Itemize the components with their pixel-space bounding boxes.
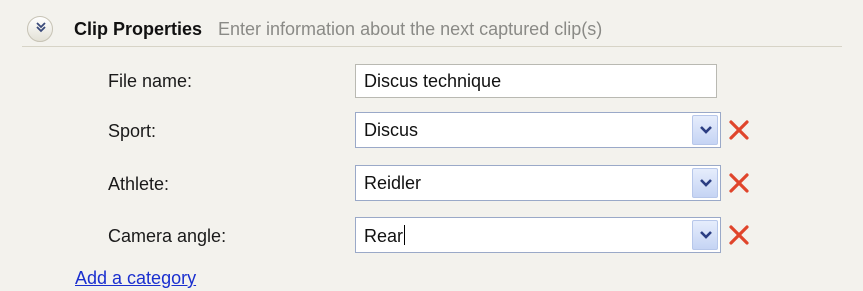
camera-angle-value: Rear bbox=[364, 225, 406, 247]
athlete-label: Athlete: bbox=[108, 174, 170, 194]
athlete-combobox[interactable]: Reidler bbox=[355, 165, 721, 201]
camera-angle-label: Camera angle: bbox=[108, 226, 227, 246]
chevron-down-icon bbox=[700, 179, 712, 187]
camera-angle-text: Rear bbox=[364, 226, 404, 246]
double-chevron-up-icon bbox=[36, 22, 46, 33]
camera-angle-dropdown-button[interactable] bbox=[692, 220, 718, 250]
delete-sport-icon[interactable] bbox=[726, 117, 752, 143]
panel-description: Enter information about the next capture… bbox=[218, 19, 603, 39]
file-name-label: File name: bbox=[108, 71, 193, 91]
sport-value: Discus bbox=[364, 120, 419, 140]
file-name-input[interactable]: Discus technique bbox=[355, 64, 717, 98]
camera-angle-combobox[interactable]: Rear bbox=[355, 217, 721, 253]
panel-header: Clip Properties Enter information about … bbox=[22, 10, 842, 47]
text-caret bbox=[404, 225, 406, 245]
delete-athlete-icon[interactable] bbox=[726, 170, 752, 196]
collapse-button[interactable] bbox=[27, 16, 53, 42]
chevron-down-icon bbox=[700, 126, 712, 134]
athlete-dropdown-button[interactable] bbox=[692, 168, 718, 198]
sport-combobox[interactable]: Discus bbox=[355, 112, 721, 148]
sport-label: Sport: bbox=[108, 121, 157, 141]
athlete-value: Reidler bbox=[364, 173, 422, 193]
panel-title: Clip Properties bbox=[74, 19, 203, 39]
delete-camera-angle-icon[interactable] bbox=[726, 222, 752, 248]
clip-properties-panel: Clip Properties Enter information about … bbox=[0, 0, 863, 291]
add-category-link[interactable]: Add a category bbox=[75, 268, 196, 289]
sport-dropdown-button[interactable] bbox=[692, 115, 718, 145]
chevron-down-icon bbox=[700, 231, 712, 239]
